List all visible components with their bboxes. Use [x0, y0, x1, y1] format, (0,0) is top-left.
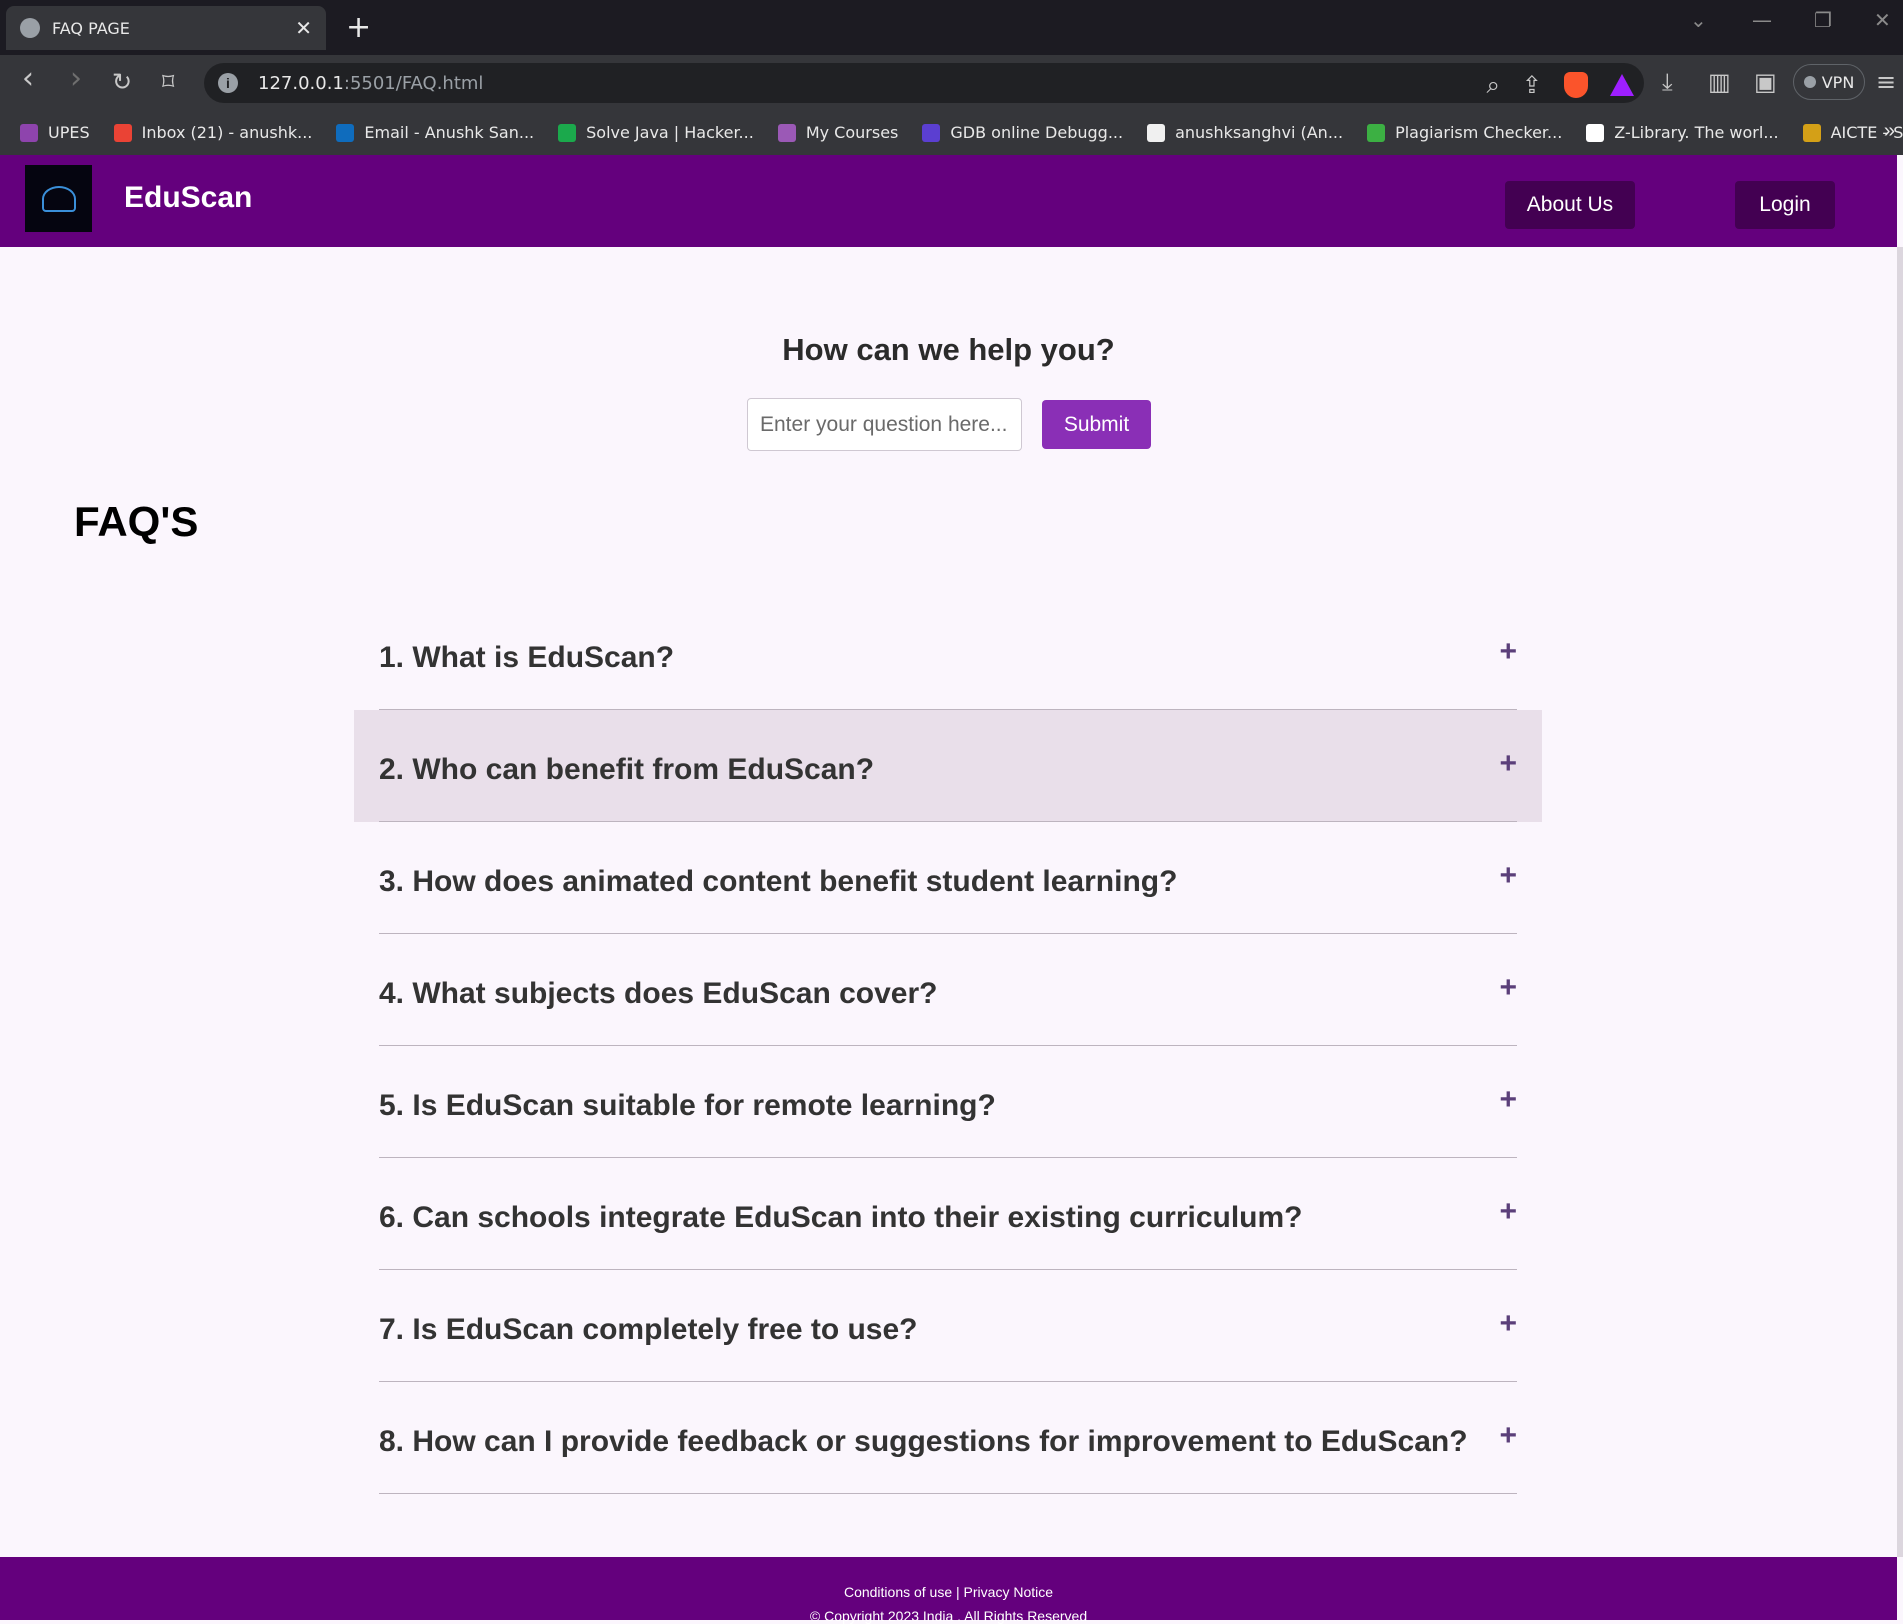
bookmark-label: Inbox (21) - anushk... — [141, 123, 313, 142]
bookmark-item[interactable]: UPES — [20, 123, 90, 142]
more-bookmarks-icon[interactable]: » — [1884, 120, 1895, 143]
site-navbar: EduScan About Us Login — [0, 155, 1897, 247]
plus-icon[interactable]: + — [1499, 1307, 1517, 1341]
page-scrollbar[interactable] — [1897, 247, 1903, 1557]
reload-icon[interactable]: ↻ — [112, 68, 132, 96]
minimize-icon[interactable]: — — [1752, 8, 1772, 32]
plus-icon[interactable]: + — [1499, 1419, 1517, 1453]
download-icon[interactable]: ⤓ — [1662, 68, 1673, 96]
forward-icon[interactable]: › — [70, 61, 82, 96]
faq-item[interactable]: 3. How does animated content benefit stu… — [354, 822, 1542, 934]
bookmark-item[interactable]: Z-Library. The worl... — [1586, 123, 1779, 142]
address-bar[interactable]: i 127.0.0.1 :5501/FAQ.html ⌕ ⇪ — [204, 63, 1644, 103]
bookmark-item[interactable]: My Courses — [777, 123, 899, 142]
bookmarks-bar: UPES Inbox (21) - anushk... Email - Anushk… — [0, 110, 1903, 155]
tab-title: FAQ PAGE — [52, 18, 130, 38]
faq-question: 2. Who can benefit from EduScan? — [379, 753, 875, 786]
eduscan-logo[interactable] — [25, 165, 92, 232]
menu-icon[interactable]: ≡ — [1876, 68, 1896, 96]
site-footer: Conditions of use | Privacy Notice © Cop… — [0, 1557, 1897, 1624]
bookmark-label: Plagiarism Checker... — [1395, 123, 1563, 142]
plus-icon[interactable]: + — [1499, 859, 1517, 893]
faq-question: 7. Is EduScan completely free to use? — [379, 1313, 918, 1346]
bookmark-label: UPES — [48, 123, 90, 142]
faq-item[interactable]: 4. What subjects does EduScan cover? + — [354, 934, 1542, 1046]
bookmark-favicon-icon — [20, 123, 38, 142]
bookmark-favicon-icon — [922, 123, 941, 142]
url-host: 127.0.0.1 — [258, 72, 344, 94]
window-close-icon[interactable]: ✕ — [1874, 8, 1891, 32]
new-tab-button[interactable]: + — [346, 10, 371, 45]
plus-icon[interactable]: + — [1499, 635, 1517, 669]
brand-name[interactable]: EduScan — [124, 181, 252, 215]
browser-toolbar: ‹ › ↻ ⌑ i 127.0.0.1 :5501/FAQ.html ⌕ ⇪ ⤓… — [0, 55, 1903, 110]
footer-links[interactable]: Conditions of use | Privacy Notice — [0, 1584, 1897, 1600]
faq-heading: FAQ'S — [74, 498, 199, 545]
bookmark-label: Z-Library. The worl... — [1614, 123, 1779, 142]
faq-item[interactable]: 6. Can schools integrate EduScan into th… — [354, 1158, 1542, 1270]
back-icon[interactable]: ‹ — [22, 61, 34, 96]
restore-icon[interactable]: ❐ — [1814, 8, 1832, 32]
bookmark-favicon-icon — [558, 123, 577, 142]
bookmark-label: anushksanghvi (An... — [1175, 123, 1344, 142]
bookmark-label: Solve Java | Hacker... — [586, 123, 754, 142]
faq-question: 8. How can I provide feedback or suggest… — [379, 1425, 1468, 1458]
plus-icon[interactable]: + — [1499, 747, 1517, 781]
bookmark-item[interactable]: Plagiarism Checker... — [1367, 123, 1562, 142]
wallet-icon[interactable]: ▣ — [1754, 68, 1777, 96]
plus-icon[interactable]: + — [1499, 1083, 1517, 1117]
faq-item[interactable]: 8. How can I provide feedback or suggest… — [354, 1382, 1542, 1494]
vpn-label: VPN — [1821, 72, 1855, 92]
faq-question: 6. Can schools integrate EduScan into th… — [379, 1201, 1303, 1234]
faq-question: 5. Is EduScan suitable for remote learni… — [379, 1089, 996, 1122]
bookmark-item[interactable]: Inbox (21) - anushk... — [113, 123, 313, 142]
tab-close-icon[interactable]: ✕ — [295, 16, 312, 40]
chevron-down-icon[interactable]: ⌄ — [1690, 8, 1707, 32]
brave-shields-icon[interactable] — [1564, 72, 1588, 98]
bookmark-favicon-icon — [1147, 123, 1166, 142]
about-us-button[interactable]: About Us — [1505, 181, 1635, 229]
bookmark-favicon-icon — [113, 123, 132, 142]
sidebar-icon[interactable]: ▥ — [1708, 68, 1731, 96]
faq-question: 3. How does animated content benefit stu… — [379, 865, 1178, 898]
browser-tab-strip: FAQ PAGE ✕ + ⌄ — ❐ ✕ — [0, 0, 1903, 55]
bookmark-icon[interactable]: ⌑ — [162, 68, 174, 96]
url-path: :5501/FAQ.html — [343, 72, 484, 94]
faq-item[interactable]: 1. What is EduScan? + — [354, 598, 1542, 710]
faq-question: 1. What is EduScan? — [379, 641, 675, 674]
bookmark-label: My Courses — [805, 123, 899, 142]
bookmark-item[interactable]: Solve Java | Hacker... — [558, 123, 754, 142]
question-input[interactable] — [747, 398, 1022, 451]
faq-item[interactable]: 7. Is EduScan completely free to use? + — [354, 1270, 1542, 1382]
share-icon[interactable]: ⇪ — [1522, 71, 1542, 99]
submit-button[interactable]: Submit — [1042, 400, 1151, 449]
bookmark-item[interactable]: anushksanghvi (An... — [1147, 123, 1343, 142]
faq-item[interactable]: 2. Who can benefit from EduScan? + — [354, 710, 1542, 822]
site-info-icon[interactable]: i — [218, 73, 238, 93]
help-title: How can we help you? — [782, 332, 1115, 367]
bookmark-favicon-icon — [1802, 123, 1821, 142]
bookmark-favicon-icon — [1586, 123, 1605, 142]
bookmark-item[interactable]: Email - Anushk San... — [336, 123, 534, 142]
bookmark-favicon-icon — [336, 123, 355, 142]
faq-list: 1. What is EduScan? + 2. Who can benefit… — [354, 598, 1542, 1494]
browser-tab[interactable]: FAQ PAGE ✕ — [6, 6, 326, 50]
brave-rewards-icon[interactable] — [1610, 74, 1634, 96]
vpn-button[interactable]: VPN — [1793, 64, 1865, 100]
faq-question: 4. What subjects does EduScan cover? — [379, 977, 938, 1010]
zoom-icon[interactable]: ⌕ — [1486, 71, 1499, 99]
globe-icon — [20, 18, 40, 38]
bookmark-label: Email - Anushk San... — [364, 123, 535, 142]
copyright-text: © Copyright 2023 India . All Rights Rese… — [809, 1608, 1088, 1624]
bookmark-label: GDB online Debugg... — [950, 123, 1124, 142]
bookmark-favicon-icon — [777, 123, 796, 142]
login-button[interactable]: Login — [1735, 181, 1835, 229]
bookmark-item[interactable]: GDB online Debugg... — [922, 123, 1123, 142]
plus-icon[interactable]: + — [1499, 1195, 1517, 1229]
bookmark-favicon-icon — [1367, 123, 1386, 142]
plus-icon[interactable]: + — [1499, 971, 1517, 1005]
logo-icon — [41, 185, 76, 212]
faq-item[interactable]: 5. Is EduScan suitable for remote learni… — [354, 1046, 1542, 1158]
vpn-status-icon — [1803, 76, 1816, 88]
